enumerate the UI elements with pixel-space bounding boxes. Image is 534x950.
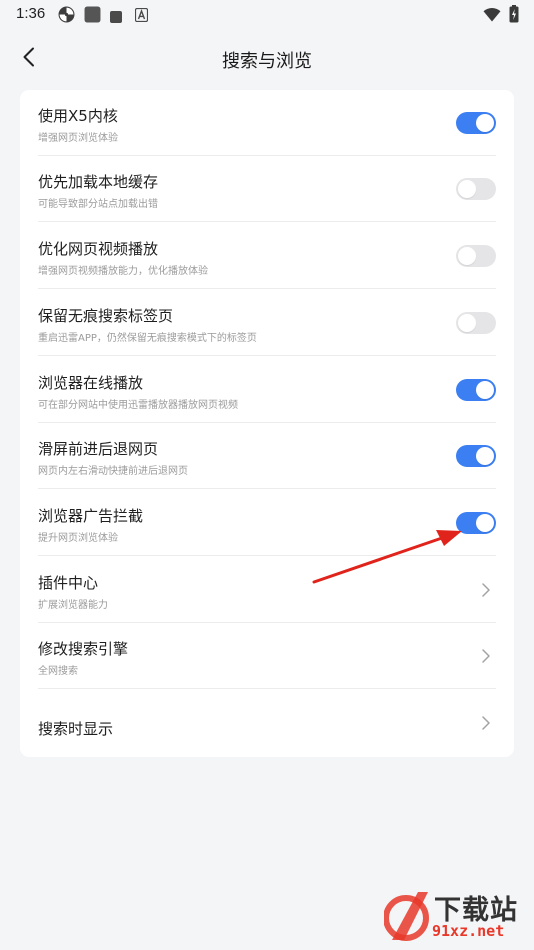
setting-title: 使用X5内核 <box>38 107 118 125</box>
setting-title: 优先加载本地缓存 <box>38 173 159 191</box>
toggle-knob <box>458 180 476 198</box>
divider <box>38 221 496 222</box>
setting-row-search-engine[interactable]: 修改搜索引擎 全网搜索 <box>20 623 514 689</box>
setting-row-x5-kernel[interactable]: 使用X5内核 增强网页浏览体验 <box>20 90 514 156</box>
settings-card: 使用X5内核 增强网页浏览体验 优先加载本地缓存 可能导致部分站点加载出错 优化… <box>20 90 514 757</box>
toggle-knob <box>476 381 494 399</box>
toggle-knob <box>476 514 494 532</box>
setting-subtitle: 网页内左右滑动快捷前进后退网页 <box>38 466 188 477</box>
page-title: 搜索与浏览 <box>222 51 312 72</box>
setting-title: 优化网页视频播放 <box>38 240 159 258</box>
toggle-knob <box>476 114 494 132</box>
setting-subtitle: 全网搜索 <box>38 666 78 677</box>
small-square-icon <box>110 8 122 27</box>
setting-title: 滑屏前进后退网页 <box>38 440 159 458</box>
chevron-right-icon <box>480 582 492 598</box>
battery-charging-icon <box>509 5 519 27</box>
setting-title: 插件中心 <box>38 574 99 592</box>
divider <box>38 355 496 356</box>
setting-row-swipe-navigate[interactable]: 滑屏前进后退网页 网页内左右滑动快捷前进后退网页 <box>20 423 514 489</box>
toggle-knob <box>458 314 476 332</box>
status-time: 1:36 <box>16 5 46 22</box>
chevron-right-icon <box>480 648 492 664</box>
setting-row-online-play[interactable]: 浏览器在线播放 可在部分网站中使用迅雷播放器播放网页视频 <box>20 357 514 423</box>
status-bar: 1:36 <box>0 0 534 28</box>
setting-row-local-cache[interactable]: 优先加载本地缓存 可能导致部分站点加载出错 <box>20 156 514 222</box>
setting-subtitle: 可能导致部分站点加载出错 <box>38 199 158 210</box>
toggle-local-cache[interactable] <box>456 178 496 200</box>
pinwheel-icon <box>58 6 75 27</box>
toggle-incognito-tabs[interactable] <box>456 312 496 334</box>
setting-title: 搜索时显示 <box>38 720 114 738</box>
setting-title: 浏览器广告拦截 <box>38 507 144 525</box>
header-bar: 搜索与浏览 <box>0 36 534 82</box>
toggle-swipe-navigate[interactable] <box>456 445 496 467</box>
setting-title: 修改搜索引擎 <box>38 640 129 658</box>
setting-row-ad-block[interactable]: 浏览器广告拦截 提升网页浏览体验 <box>20 490 514 556</box>
divider <box>38 488 496 489</box>
toggle-ad-block[interactable] <box>456 512 496 534</box>
chevron-right-icon <box>480 715 492 731</box>
toggle-knob <box>476 447 494 465</box>
setting-subtitle: 可在部分网站中使用迅雷播放器播放网页视频 <box>38 400 238 411</box>
setting-subtitle: 增强网页浏览体验 <box>38 133 118 144</box>
setting-title: 保留无痕搜索标签页 <box>38 307 174 325</box>
a-box-icon <box>134 7 149 26</box>
divider <box>38 555 496 556</box>
toggle-x5-kernel[interactable] <box>456 112 496 134</box>
toggle-knob <box>458 247 476 265</box>
divider <box>38 288 496 289</box>
setting-row-video-optimize[interactable]: 优化网页视频播放 增强网页视频播放能力，优化播放体验 <box>20 223 514 289</box>
setting-subtitle: 重启迅雷APP，仍然保留无痕搜索模式下的标签页 <box>38 333 257 344</box>
toggle-online-play[interactable] <box>456 379 496 401</box>
setting-subtitle: 提升网页浏览体验 <box>38 533 118 544</box>
setting-title: 浏览器在线播放 <box>38 374 144 392</box>
square-icon <box>84 6 101 27</box>
setting-row-search-display[interactable]: 搜索时显示 <box>20 690 514 756</box>
setting-row-incognito-tabs[interactable]: 保留无痕搜索标签页 重启迅雷APP，仍然保留无痕搜索模式下的标签页 <box>20 290 514 356</box>
toggle-video-optimize[interactable] <box>456 245 496 267</box>
setting-subtitle: 扩展浏览器能力 <box>38 600 108 611</box>
setting-subtitle: 增强网页视频播放能力，优化播放体验 <box>38 266 208 277</box>
divider <box>38 688 496 689</box>
wifi-icon <box>483 7 501 26</box>
setting-row-plugin-center[interactable]: 插件中心 扩展浏览器能力 <box>20 557 514 623</box>
watermark-url: 91xz.net <box>432 922 505 940</box>
